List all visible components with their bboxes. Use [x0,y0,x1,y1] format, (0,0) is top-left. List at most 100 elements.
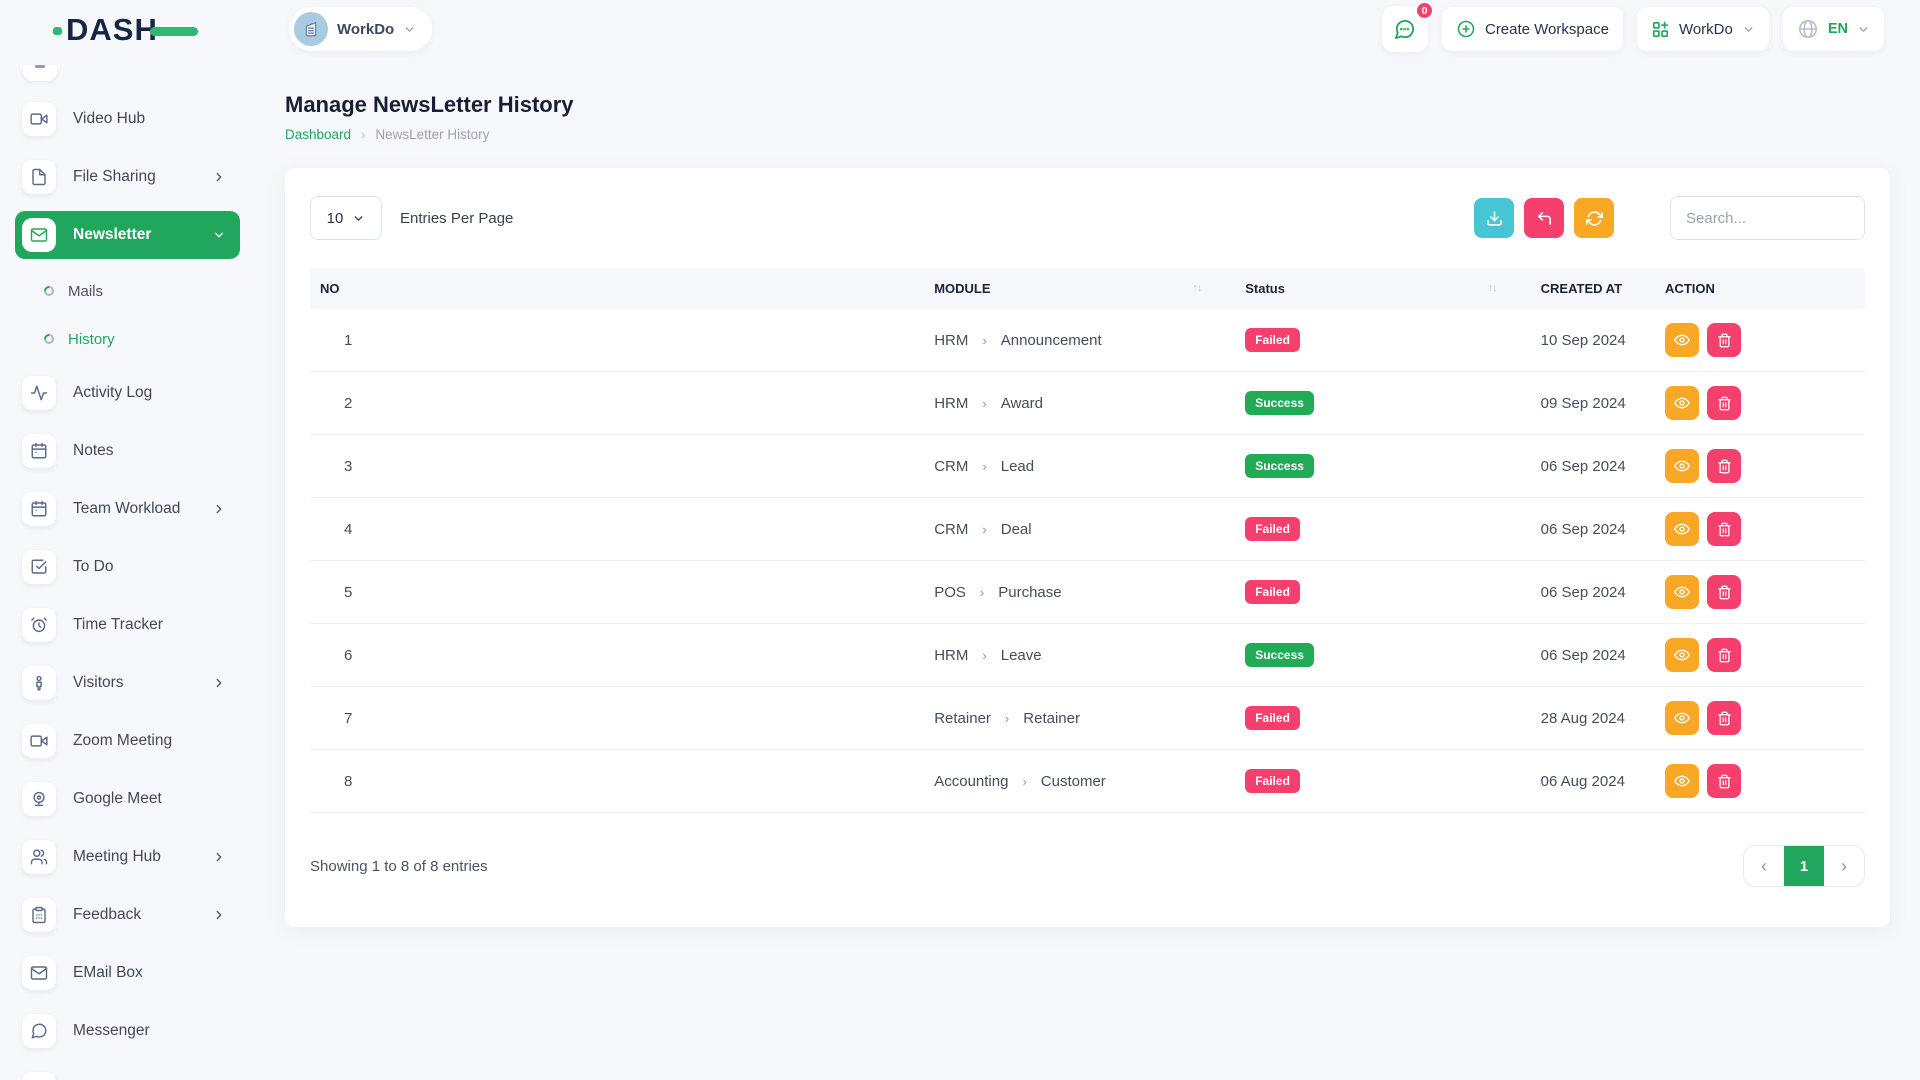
row-actions [1665,701,1855,735]
row-number: 4 [310,498,924,561]
pagination-next-button[interactable]: › [1824,846,1864,886]
trash-icon [1717,648,1732,663]
row-number: 8 [310,750,924,813]
sidebar-item[interactable]: Team Workload [15,485,240,533]
pagination-prev-button[interactable]: ‹ [1744,846,1784,886]
chevron-right-icon [212,502,226,516]
app-logo[interactable]: DASH [66,14,158,45]
sidebar-item[interactable]: Google Meet [15,775,240,823]
delete-button[interactable] [1707,449,1741,483]
account-menu-button[interactable]: WorkDo [1637,7,1769,51]
view-button[interactable] [1665,701,1699,735]
view-button[interactable] [1665,323,1699,357]
column-header[interactable]: MODULE ↑↓ [924,268,1235,309]
column-header[interactable]: Status ↑↓ [1235,268,1530,309]
sidebar-item-label: Zoom Meeting [73,732,172,750]
sidebar-item[interactable]: Time Tracker [15,601,240,649]
chevron-down-icon [403,23,416,36]
module-cell: CRM › Deal [934,521,1225,538]
main-content: Manage NewsLetter History Dashboard › Ne… [255,58,1920,1080]
top-header: DASH WorkDo 0 [0,0,1920,58]
sidebar-item-label: File Sharing [73,168,156,186]
sidebar-item-label: Activity Log [73,384,152,402]
chevron-right-icon: › [982,648,986,663]
sidebar-item-label: Meeting Hub [73,848,161,866]
sidebar-item[interactable]: Feedback [15,891,240,939]
create-workspace-button[interactable]: Create Workspace [1442,7,1623,51]
messages-button[interactable]: 0 [1382,6,1428,52]
sidebar-item[interactable]: Messenger [15,1007,240,1055]
sidebar-item-label: Notes [73,442,114,460]
sidebar-item[interactable]: To Do [15,543,240,591]
view-button[interactable] [1665,764,1699,798]
sidebar-item[interactable]: Visitors [15,659,240,707]
row-actions [1665,764,1855,798]
row-actions [1665,386,1855,420]
sidebar-item-label: Video Hub [73,110,145,128]
status-badge: Failed [1245,328,1300,352]
chevron-right-icon [212,908,226,922]
chevron-right-icon: › [982,396,986,411]
module-name: CRM [934,521,968,538]
delete-button[interactable] [1707,323,1741,357]
create-workspace-label: Create Workspace [1485,21,1609,38]
view-button[interactable] [1665,638,1699,672]
column-header[interactable]: CREATED AT ↑↓ [1531,268,1655,309]
sidebar-item-label: Visitors [73,674,124,692]
sidebar-item[interactable]: Notes [15,427,240,475]
view-button[interactable] [1665,449,1699,483]
table-tool-buttons [1474,198,1614,238]
module-cell: HRM › Announcement [934,332,1225,349]
column-header[interactable]: ACTION [1655,268,1865,309]
workspace-switcher[interactable]: WorkDo [289,7,432,51]
check-square-icon [22,550,56,584]
sidebar-subitem[interactable]: History [15,317,240,361]
table-header-row: NO MODULE ↑↓ Status ↑↓ [310,268,1865,309]
sidebar-item[interactable]: Newsletter [15,211,240,259]
sidebar-item-partial[interactable] [23,65,57,81]
sidebar-menu: Video Hub File Sharing [15,95,240,1080]
sidebar-item-label: Feedback [73,906,141,924]
column-header[interactable]: NO [310,268,924,309]
status-badge: Failed [1245,706,1300,730]
sidebar-subitem[interactable]: Mails [15,269,240,313]
language-label: EN [1828,21,1848,37]
undo-button[interactable] [1524,198,1564,238]
delete-button[interactable] [1707,512,1741,546]
sidebar-item[interactable]: Zoom Meeting [15,717,240,765]
refresh-button[interactable] [1574,198,1614,238]
delete-button[interactable] [1707,575,1741,609]
search-input[interactable] [1670,196,1865,240]
entries-per-page-select[interactable]: 10 [310,196,382,240]
row-number: 3 [310,435,924,498]
delete-button[interactable] [1707,701,1741,735]
sidebar-item-label: Google Meet [73,790,162,808]
sidebar-item[interactable]: Activity Log [15,369,240,417]
language-selector[interactable]: EN [1783,7,1884,51]
view-button[interactable] [1665,512,1699,546]
sort-icon: ↑↓ [1612,282,1621,294]
sidebar-item[interactable]: Video Hub [15,95,240,143]
created-at: 06 Sep 2024 [1531,498,1655,561]
trash-icon [1717,459,1732,474]
eye-icon [1674,521,1690,537]
export-button[interactable] [1474,198,1514,238]
sidebar-item[interactable]: EMail Box [15,949,240,997]
created-at: 10 Sep 2024 [1531,309,1655,372]
delete-button[interactable] [1707,386,1741,420]
delete-button[interactable] [1707,638,1741,672]
delete-button[interactable] [1707,764,1741,798]
sidebar-item[interactable]: Hospital [15,1065,240,1080]
sidebar-item[interactable]: Meeting Hub [15,833,240,881]
view-button[interactable] [1665,575,1699,609]
breadcrumb-dashboard-link[interactable]: Dashboard [285,127,351,142]
mail-icon [22,956,56,990]
pagination-page-1[interactable]: 1 [1784,846,1824,886]
sidebar-item[interactable]: File Sharing [15,153,240,201]
eye-icon [1674,332,1690,348]
view-button[interactable] [1665,386,1699,420]
chevron-down-icon [352,212,365,225]
submodule-name: Award [1001,395,1043,412]
module-name: CRM [934,458,968,475]
row-actions [1665,323,1855,357]
